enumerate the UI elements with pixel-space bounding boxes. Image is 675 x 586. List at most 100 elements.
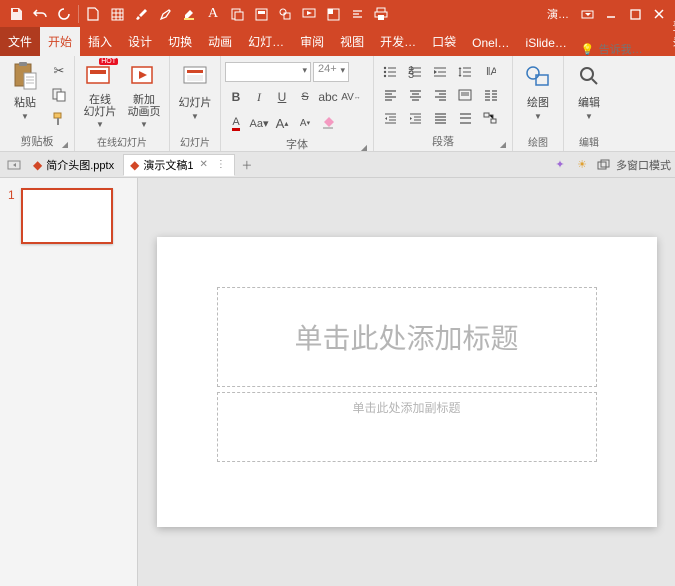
tab-view[interactable]: 视图 [332,27,372,56]
print-icon[interactable] [369,2,393,26]
ribbon-tabs: 文件 开始 插入 设计 切换 动画 幻灯… 审阅 视图 开发… 口袋 Onel…… [0,28,675,56]
group-drawing: 绘图 ▼ 绘图 [513,56,564,151]
tab-developer[interactable]: 开发… [372,27,424,56]
collapse-nav-icon[interactable] [4,155,24,175]
group-font: 24+ B I U S abc AV↔ A Aa▾ A▴ A▾ 字体 ◢ [221,56,374,151]
columns-button[interactable] [478,85,502,105]
font-color-button[interactable]: A [225,112,247,134]
tab-transitions[interactable]: 切换 [160,27,200,56]
line-spacing-button[interactable] [453,62,477,82]
shrink-font-button[interactable]: A▾ [294,112,316,134]
tab-file[interactable]: 文件 [0,27,40,56]
tab-home[interactable]: 开始 [40,27,80,56]
settings-icon[interactable]: ☀ [572,155,592,175]
maximize-icon[interactable] [623,2,647,26]
slides-button[interactable]: 幻灯片 ▼ [174,58,216,123]
decrease-indent-button[interactable] [378,108,402,128]
new-animation-button[interactable]: 新加 动画页 ▼ [123,58,165,131]
slides-label: 幻灯片 [179,94,212,110]
tab-slideshow[interactable]: 幻灯… [240,27,292,56]
clear-format-button[interactable] [317,112,339,134]
dialog-launcher-icon[interactable]: ◢ [361,143,367,152]
new-tab-icon[interactable]: ＋ [237,155,257,175]
character-spacing-button[interactable]: AV↔ [340,86,362,108]
align-center-button[interactable] [403,85,427,105]
close-tab-icon[interactable]: ✕ [197,159,209,170]
tab-animations[interactable]: 动画 [200,27,240,56]
drawing-button[interactable]: 绘图 ▼ [517,58,559,123]
font-indicator-icon[interactable]: A [201,2,225,26]
strikethrough-button[interactable]: S [294,86,316,108]
change-case-button[interactable]: Aa▾ [248,112,270,134]
cut-icon[interactable]: ✂ [48,60,70,82]
title-placeholder[interactable]: 单击此处添加标题 [217,287,597,387]
bold-button[interactable]: B [225,86,247,108]
shapes-icon[interactable] [273,2,297,26]
justify-button[interactable] [428,108,452,128]
font-name-combo[interactable] [225,62,311,82]
font-group-label: 字体 [286,139,308,151]
paste-button[interactable]: 粘贴 ▼ [4,58,46,123]
window-title: 演… [541,6,575,22]
align-icon[interactable] [345,2,369,26]
dialog-launcher-icon[interactable]: ◢ [500,140,506,149]
align-text-button[interactable] [453,85,477,105]
format-painter-icon[interactable] [48,108,70,130]
tab-menu-icon[interactable]: ⋮ [214,159,228,170]
svg-text:‖A: ‖A [486,66,496,78]
tell-me-search[interactable]: 💡 [575,43,665,56]
minimize-icon[interactable] [599,2,623,26]
star-icon[interactable]: ✦ [550,155,570,175]
pen-icon[interactable] [153,2,177,26]
bullets-button[interactable] [378,62,402,82]
multiwindow-label[interactable]: 多窗口模式 [616,157,671,173]
grow-font-button[interactable]: A▴ [271,112,293,134]
new-file-icon[interactable] [81,2,105,26]
tab-pocket[interactable]: 口袋 [424,27,464,56]
slide-thumbnail-1[interactable] [21,188,113,244]
align-right-button[interactable] [428,85,452,105]
login-button[interactable]: 登录 [665,12,675,56]
align-left-button[interactable] [378,85,402,105]
theme-icon[interactable] [321,2,345,26]
powerpoint-icon: ◆ [33,158,42,172]
font-size-combo[interactable]: 24+ [313,62,349,82]
editing-button[interactable]: 编辑 ▼ [568,58,610,123]
tab-islide[interactable]: iSlide… [518,30,575,56]
paste-options-icon[interactable] [225,2,249,26]
tab-review[interactable]: 审阅 [292,27,332,56]
indent-buttons[interactable] [428,62,452,82]
tell-me-input[interactable] [599,44,659,56]
online-slides-button[interactable]: HOT 在线 幻灯片 ▼ [79,58,121,131]
present-icon[interactable] [297,2,321,26]
copy-icon[interactable] [48,84,70,106]
brush-icon[interactable] [129,2,153,26]
numbering-button[interactable]: 123 [403,62,427,82]
redo-icon[interactable] [52,2,76,26]
doctab-0[interactable]: ◆ 简介头图.pptx [26,154,121,176]
dialog-launcher-icon[interactable]: ◢ [62,140,68,149]
underline-button[interactable]: U [271,86,293,108]
layout-icon[interactable] [249,2,273,26]
doctab-label: 演示文稿1 [143,157,193,173]
save-icon[interactable] [4,2,28,26]
smartart-button[interactable] [478,108,502,128]
multiwindow-icon[interactable] [594,155,614,175]
increase-indent-button[interactable] [403,108,427,128]
insert-table-icon[interactable] [105,2,129,26]
paste-label: 粘贴 [14,94,36,110]
slide-canvas[interactable]: 单击此处添加标题 单击此处添加副标题 [138,178,675,586]
tab-design[interactable]: 设计 [120,27,160,56]
italic-button[interactable]: I [248,86,270,108]
tab-insert[interactable]: 插入 [80,27,120,56]
ribbon-options-icon[interactable] [575,2,599,26]
distribute-button[interactable] [453,108,477,128]
undo-icon[interactable] [28,2,52,26]
shadow-button[interactable]: abc [317,86,339,108]
subtitle-placeholder[interactable]: 单击此处添加副标题 [217,392,597,462]
doctab-1[interactable]: ◆ 演示文稿1 ✕ ⋮ [123,154,235,176]
chevron-down-icon: ▼ [140,120,148,129]
highlighter-icon[interactable] [177,2,201,26]
text-direction-button[interactable]: ‖A [478,62,502,82]
tab-onekey[interactable]: Onel… [464,30,517,56]
